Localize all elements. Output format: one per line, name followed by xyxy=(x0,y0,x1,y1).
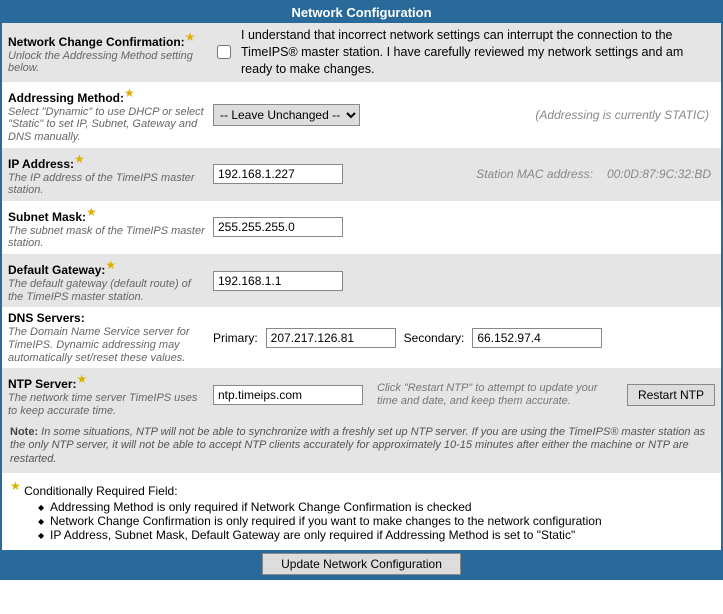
star-icon: ★ xyxy=(10,479,21,493)
star-icon: ★ xyxy=(86,205,97,219)
confirm-checkbox[interactable] xyxy=(217,45,231,59)
ntp-label: NTP Server: xyxy=(8,377,76,391)
ip-desc: The IP address of the TimeIPS master sta… xyxy=(8,172,207,197)
footnote-item: IP Address, Subnet Mask, Default Gateway… xyxy=(38,528,713,542)
subnet-label: Subnet Mask: xyxy=(8,210,86,224)
confirm-label: Network Change Confirmation: xyxy=(8,35,185,49)
dns-secondary-input[interactable] xyxy=(472,328,602,348)
footnote-item: Addressing Method is only required if Ne… xyxy=(38,500,713,514)
conditional-footnote: ★ Conditionally Required Field: Addressi… xyxy=(2,473,721,550)
subnet-input[interactable] xyxy=(213,217,343,237)
note-lead: Note: xyxy=(10,426,38,438)
panel-title: Network Configuration xyxy=(2,2,721,23)
ntp-hint: Click "Restart NTP" to attempt to update… xyxy=(371,382,619,407)
star-icon: ★ xyxy=(74,152,85,166)
row-gateway: Default Gateway:★ The default gateway (d… xyxy=(2,254,721,307)
row-dns: DNS Servers: The Domain Name Service ser… xyxy=(2,307,721,368)
dns-primary-input[interactable] xyxy=(266,328,396,348)
dns-label: DNS Servers: xyxy=(8,311,85,325)
star-icon: ★ xyxy=(124,86,135,100)
subnet-desc: The subnet mask of the TimeIPS master st… xyxy=(8,225,207,250)
gateway-desc: The default gateway (default route) of t… xyxy=(8,278,207,303)
ip-label: IP Address: xyxy=(8,157,74,171)
note-body: In some situations, NTP will not be able… xyxy=(10,426,705,466)
dns-secondary-label: Secondary: xyxy=(404,331,465,345)
row-confirmation: Network Change Confirmation:★ Unlock the… xyxy=(2,23,721,82)
dns-primary-label: Primary: xyxy=(213,331,258,345)
ntp-note: Note: In some situations, NTP will not b… xyxy=(2,422,721,473)
star-icon: ★ xyxy=(105,258,116,272)
row-subnet: Subnet Mask:★ The subnet mask of the Tim… xyxy=(2,201,721,254)
mac-value: 00:0D:87:9C:32:BD xyxy=(607,167,715,181)
row-ip: IP Address:★ The IP address of the TimeI… xyxy=(2,148,721,201)
restart-ntp-button[interactable]: Restart NTP xyxy=(627,384,715,406)
confirm-desc: Unlock the Addressing Method setting bel… xyxy=(8,50,207,75)
row-addressing: Addressing Method:★ Select "Dynamic" to … xyxy=(2,82,721,148)
confirm-text: I understand that incorrect network sett… xyxy=(241,27,715,78)
mac-label: Station MAC address: xyxy=(476,167,599,181)
footnote-heading: Conditionally Required Field: xyxy=(24,484,177,498)
footnote-item: Network Change Confirmation is only requ… xyxy=(38,514,713,528)
gateway-label: Default Gateway: xyxy=(8,263,105,277)
dns-desc: The Domain Name Service server for TimeI… xyxy=(8,326,207,364)
update-button[interactable]: Update Network Configuration xyxy=(262,553,461,575)
addressing-label: Addressing Method: xyxy=(8,91,124,105)
ntp-desc: The network time server TimeIPS uses to … xyxy=(8,392,207,417)
addressing-desc: Select "Dynamic" to use DHCP or select "… xyxy=(8,106,207,144)
panel-footer: Update Network Configuration xyxy=(2,550,721,578)
star-icon: ★ xyxy=(76,372,87,386)
star-icon: ★ xyxy=(185,30,196,44)
addressing-current-note: (Addressing is currently STATIC) xyxy=(535,108,715,122)
ntp-input[interactable] xyxy=(213,385,363,405)
ip-input[interactable] xyxy=(213,164,343,184)
gateway-input[interactable] xyxy=(213,271,343,291)
row-ntp: NTP Server:★ The network time server Tim… xyxy=(2,368,721,421)
network-config-panel: Network Configuration Network Change Con… xyxy=(0,0,723,580)
addressing-select[interactable]: -- Leave Unchanged -- xyxy=(213,104,360,126)
